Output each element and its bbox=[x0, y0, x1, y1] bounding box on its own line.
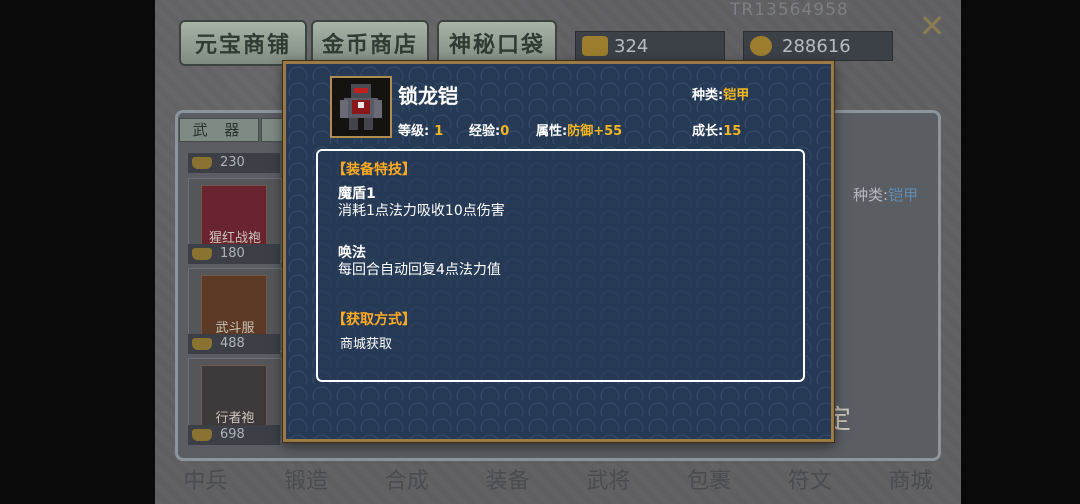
item-type: 种类:铠甲 bbox=[692, 88, 750, 103]
gold-ingot-icon bbox=[192, 429, 212, 441]
role-id: TR13564958 bbox=[730, 0, 849, 20]
nav-item[interactable]: 锻造 bbox=[256, 460, 357, 504]
item-growth: 成长:15 bbox=[692, 124, 742, 139]
ingot-amount: 324 bbox=[614, 35, 649, 57]
kind-info: 种类:铠甲 bbox=[853, 186, 919, 204]
item-price: 488 bbox=[188, 334, 280, 354]
close-x-icon[interactable]: ✕ bbox=[907, 6, 957, 46]
nav-item[interactable]: 中兵 bbox=[155, 460, 256, 504]
item-detail-dialog: 锁龙铠 种类:铠甲 等级: 1 经验:0 属性:防御+55 成长:15 【装备特… bbox=[283, 61, 834, 442]
nav-item[interactable]: 包裹 bbox=[659, 460, 760, 504]
item-detail-box: 【装备特技】 魔盾1 消耗1点法力吸收10点伤害 唤法 每回合自动回复4点法力值… bbox=[316, 149, 805, 382]
bottom-nav: 中兵 锻造 合成 装备 武将 包裹 符文 商城 bbox=[155, 460, 961, 504]
gold-ingot-icon bbox=[582, 36, 608, 56]
gold-ingot-icon bbox=[192, 338, 212, 350]
skill-desc: 消耗1点法力吸收10点伤害 bbox=[338, 203, 505, 219]
gold-ingot-icon bbox=[192, 157, 212, 169]
item-name: 锁龙铠 bbox=[398, 84, 458, 108]
side-tab-weapons[interactable]: 武 器 bbox=[179, 118, 259, 142]
nav-item[interactable]: 武将 bbox=[558, 460, 659, 504]
nav-item[interactable]: 合成 bbox=[357, 460, 458, 504]
item-exp: 经验:0 bbox=[469, 124, 510, 139]
ingot-balance: 324 bbox=[575, 31, 725, 61]
item-level: 等级: 1 bbox=[398, 124, 444, 139]
tab-ingot-shop[interactable]: 元宝商铺 bbox=[179, 20, 307, 66]
coin-balance: 288616 bbox=[743, 31, 893, 61]
tab-gold-shop[interactable]: 金币商店 bbox=[311, 20, 429, 66]
gold-ingot-icon bbox=[192, 248, 212, 260]
armor-icon bbox=[340, 84, 382, 130]
armor-portrait bbox=[330, 76, 392, 138]
coin-amount: 288616 bbox=[782, 35, 851, 57]
nav-item[interactable]: 装备 bbox=[457, 460, 558, 504]
item-price: 230 bbox=[188, 153, 280, 173]
tab-mystery-bag[interactable]: 神秘口袋 bbox=[437, 20, 557, 66]
item-price: 698 bbox=[188, 425, 280, 445]
acquire-text: 商城获取 bbox=[340, 337, 393, 352]
nav-item[interactable]: 商城 bbox=[860, 460, 961, 504]
item-name: 行者袍 bbox=[215, 411, 255, 426]
acquire-header: 【获取方式】 bbox=[332, 312, 416, 328]
item-attribute: 属性:防御+55 bbox=[536, 124, 623, 139]
gold-coin-icon bbox=[750, 36, 772, 56]
side-tab-armor[interactable] bbox=[261, 118, 283, 142]
skill-desc: 每回合自动回复4点法力值 bbox=[338, 262, 501, 278]
item-price: 180 bbox=[188, 244, 280, 264]
skills-header: 【装备特技】 bbox=[332, 162, 416, 178]
nav-item[interactable]: 符文 bbox=[760, 460, 861, 504]
